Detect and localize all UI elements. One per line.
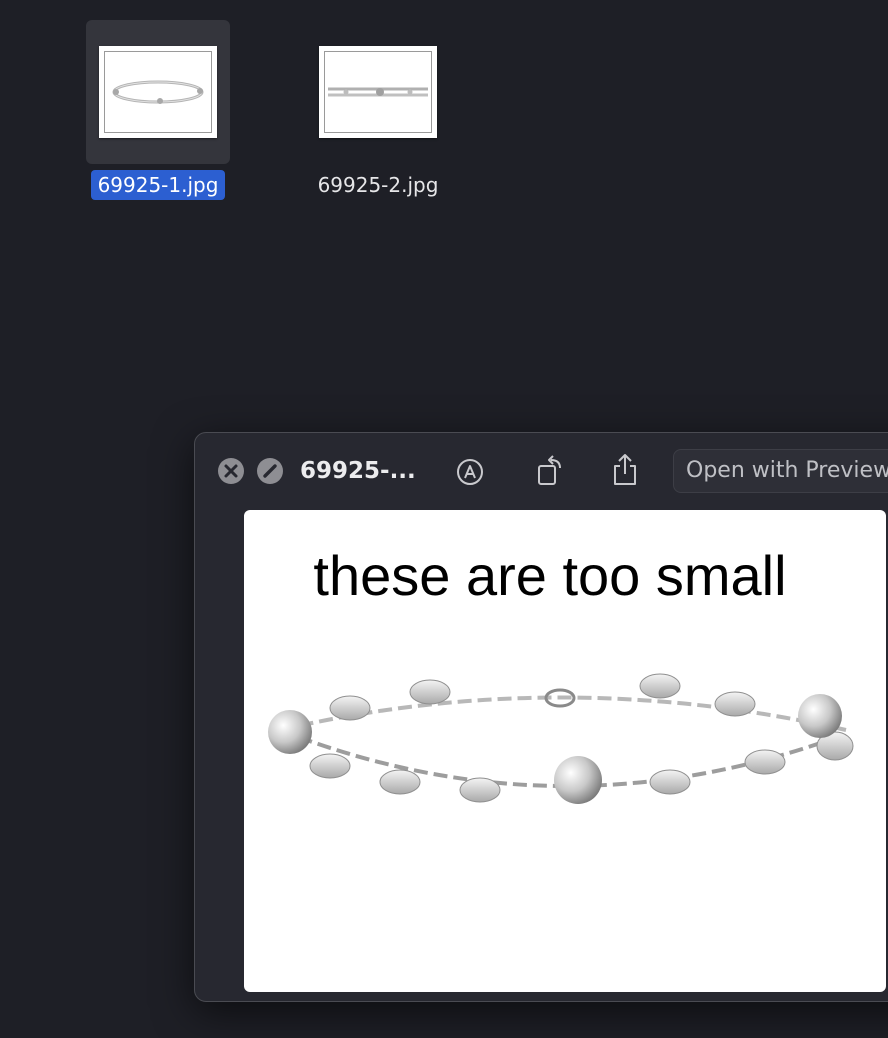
preview-image: these are too small [244, 510, 886, 992]
file-icon-69925-1[interactable]: 69925-1.jpg [78, 20, 238, 200]
open-with-preview-button[interactable]: Open with Preview [673, 449, 888, 493]
file-thumbnail[interactable] [99, 46, 217, 138]
quicklook-window[interactable]: 69925-... Open with Preview these are to… [194, 432, 888, 1002]
markup-button[interactable] [453, 455, 487, 489]
markup-icon [457, 459, 483, 485]
image-caption: these are too small [313, 544, 787, 607]
file-thumbnail-selection[interactable] [306, 20, 450, 164]
full-screen-icon [263, 464, 277, 478]
file-name-label[interactable]: 69925-2.jpg [311, 170, 446, 200]
close-button[interactable] [218, 458, 244, 484]
thumbnail-frame [324, 51, 432, 133]
full-screen-button[interactable] [257, 458, 283, 484]
share-icon [614, 454, 636, 485]
file-icon-69925-2[interactable]: 69925-2.jpg [298, 20, 458, 200]
file-thumbnail-selection[interactable] [86, 20, 230, 164]
share-button[interactable] [608, 451, 642, 489]
quicklook-toolbar: 69925-... Open with Preview [195, 433, 888, 509]
close-icon [224, 464, 238, 478]
quicklook-title: 69925-... [300, 458, 416, 484]
rotate-icon [538, 455, 561, 485]
rotate-button[interactable] [533, 453, 567, 489]
desktop: 69925-1.jpg 69925-2.jpg 69925-... Open w… [0, 0, 888, 1038]
file-name-label[interactable]: 69925-1.jpg [90, 170, 226, 200]
bracelet-thumbnail-image [328, 87, 428, 97]
thumbnail-frame [104, 51, 212, 133]
bracelet-thumbnail-image [112, 80, 204, 104]
bracelet-image [268, 673, 854, 804]
file-thumbnail[interactable] [319, 46, 437, 138]
